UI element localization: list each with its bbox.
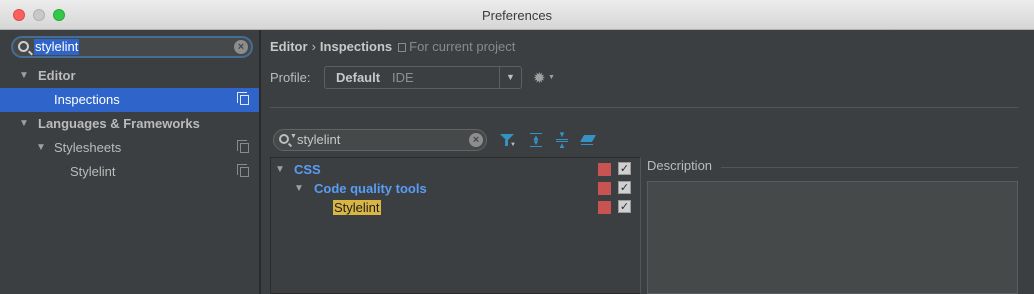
chevron-down-icon[interactable]: ▼ [499, 67, 521, 88]
enable-checkbox[interactable]: ✓ [618, 181, 631, 194]
breadcrumb-root: Editor [270, 39, 308, 54]
search-history-caret-icon[interactable]: ▼ [290, 133, 297, 140]
enable-checkbox[interactable]: ✓ [618, 200, 631, 213]
description-title: Description [647, 158, 713, 173]
divider [270, 107, 1018, 108]
severity-swatch[interactable] [598, 163, 611, 176]
tree-row-label: Stylelint [333, 200, 381, 215]
clear-filter-icon[interactable]: × [469, 133, 483, 147]
sidebar-item-inspections[interactable]: Inspections [0, 88, 259, 112]
filter-funnel-icon[interactable]: ▼ [498, 131, 516, 149]
title-bar: Preferences [0, 0, 1034, 30]
search-icon [18, 41, 29, 52]
sidebar-item-stylelint[interactable]: Stylelint [0, 160, 259, 184]
severity-swatch[interactable] [598, 182, 611, 195]
profile-dropdown[interactable]: Default IDE ▼ [324, 66, 522, 89]
divider [721, 167, 1018, 168]
expanded-arrow-icon[interactable]: ▼ [294, 179, 304, 198]
project-settings-icon [237, 164, 249, 177]
project-settings-icon [237, 92, 249, 105]
inspections-tree: ▼ CSS ✓ ▼ Code quality tools ✓ Stylelint… [270, 157, 641, 294]
sidebar-item-label: Languages & Frameworks [38, 116, 200, 131]
sidebar-item-stylesheets[interactable]: ▼ Stylesheets [0, 136, 259, 160]
settings-sidebar: stylelint × ▼ Editor Inspections ▼ Langu… [0, 30, 260, 294]
project-settings-icon [237, 140, 249, 153]
description-panel [647, 181, 1018, 294]
tree-row-stylelint[interactable]: Stylelint ✓ [271, 198, 640, 217]
gear-menu-caret-icon[interactable]: ▼ [548, 74, 555, 81]
search-icon [279, 134, 289, 144]
inspection-filter-value[interactable]: stylelint [297, 132, 340, 147]
settings-search-value[interactable]: stylelint [34, 39, 80, 55]
sidebar-item-label: Inspections [54, 92, 120, 107]
tree-row-label: Code quality tools [314, 181, 427, 196]
expanded-arrow-icon[interactable]: ▼ [36, 136, 46, 160]
severity-swatch[interactable] [598, 201, 611, 214]
profile-label: Profile: [270, 70, 311, 85]
breadcrumb-separator: › [311, 39, 316, 54]
profile-name: Default [336, 70, 381, 85]
expanded-arrow-icon[interactable]: ▼ [19, 64, 29, 88]
sidebar-item-label: Stylelint [70, 164, 116, 179]
inspections-panel: Editor › Inspections For current project Pr… [261, 30, 1034, 294]
gear-icon[interactable]: ✹ [533, 69, 546, 87]
breadcrumb-scope: For current project [409, 39, 516, 54]
project-scope-icon [398, 43, 407, 52]
sidebar-item-languages-frameworks[interactable]: ▼ Languages & Frameworks [0, 112, 259, 136]
breadcrumb: Editor › Inspections For current project [270, 39, 515, 54]
profile-scope: IDE [392, 70, 414, 85]
sidebar-item-label: Stylesheets [54, 140, 122, 155]
tree-row-label: CSS [294, 162, 321, 177]
inspection-filter-field[interactable]: ▼ stylelint × [273, 129, 487, 151]
expanded-arrow-icon[interactable]: ▼ [275, 160, 285, 179]
collapse-all-icon[interactable]: ▼ ▲ [553, 131, 571, 150]
clear-search-icon[interactable]: × [234, 40, 248, 54]
enable-checkbox[interactable]: ✓ [618, 162, 631, 175]
tree-row-code-quality-tools[interactable]: ▼ Code quality tools ✓ [271, 179, 640, 198]
sidebar-item-editor[interactable]: ▼ Editor [0, 64, 259, 88]
tree-row-css[interactable]: ▼ CSS ✓ [271, 160, 640, 179]
window-title: Preferences [481, 8, 553, 23]
reset-eraser-icon[interactable] [579, 131, 597, 149]
expanded-arrow-icon[interactable]: ▼ [19, 112, 29, 136]
sidebar-item-label: Editor [38, 68, 76, 83]
expand-all-icon[interactable]: ▲ ▼ [527, 131, 545, 149]
breadcrumb-current: Inspections [319, 39, 393, 54]
settings-search-field[interactable]: stylelint × [11, 36, 253, 58]
